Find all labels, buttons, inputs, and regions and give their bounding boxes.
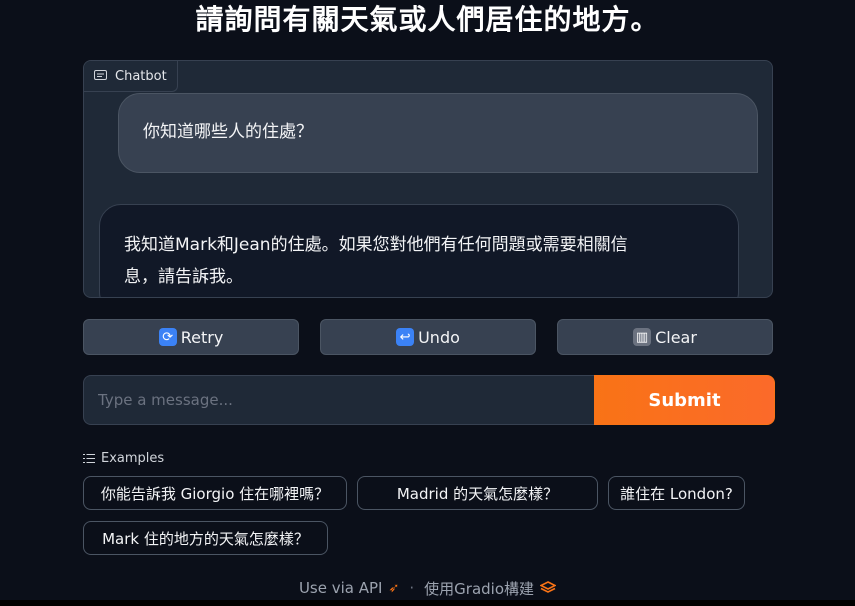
page-title: 請詢問有關天氣或人們居住的地方。 bbox=[195, 3, 660, 36]
chatbot-label-text: Chatbot bbox=[115, 68, 167, 84]
clear-button[interactable]: ▥ Clear bbox=[557, 319, 773, 355]
rocket-icon: ➶ bbox=[388, 580, 400, 596]
submit-button[interactable]: Submit bbox=[594, 375, 775, 425]
bot-message-line: 我知道Mark和Jean的住處。如果您對他們有任何問題或需要相關信 bbox=[124, 235, 628, 255]
undo-label: Undo bbox=[418, 327, 460, 347]
bot-message-line: 息，請告訴我。 bbox=[124, 267, 243, 287]
retry-icon: ⟳ bbox=[158, 328, 177, 346]
list-icon bbox=[83, 453, 95, 463]
retry-button[interactable]: ⟳ Retry bbox=[83, 319, 299, 355]
user-message-text: 你知道哪些人的住處？ bbox=[143, 122, 313, 142]
message-input-row: Submit bbox=[83, 375, 775, 427]
footer: Use via API ➶ · 使用Gradio構建 bbox=[0, 576, 855, 600]
retry-label: Retry bbox=[180, 327, 224, 347]
example-button[interactable]: Mark 住的地方的天氣怎麼樣？ bbox=[83, 521, 328, 555]
example-button[interactable]: Madrid 的天氣怎麼樣？ bbox=[357, 476, 598, 510]
undo-icon: ↩ bbox=[396, 328, 415, 346]
user-message: 你知道哪些人的住處？ bbox=[118, 93, 758, 173]
action-buttons: ⟳ Retry ↩ Undo ▥ Clear bbox=[83, 319, 775, 356]
bot-message: 我知道Mark和Jean的住處。如果您對他們有任何問題或需要相關信 息，請告訴我… bbox=[99, 204, 739, 297]
example-button[interactable]: 你能告訴我 Giorgio 住在哪裡嗎？ bbox=[83, 476, 347, 510]
examples-label: Examples bbox=[101, 450, 165, 466]
footer-separator: · bbox=[409, 579, 415, 597]
gradio-logo-icon bbox=[540, 581, 557, 593]
built-with-gradio-link[interactable]: 使用Gradio構建 bbox=[424, 578, 557, 599]
built-with-label: 使用Gradio構建 bbox=[424, 579, 535, 598]
chatbot-label: Chatbot bbox=[84, 61, 178, 92]
use-via-api-link[interactable]: Use via API ➶ bbox=[299, 579, 399, 597]
trash-icon: ▥ bbox=[633, 328, 652, 346]
example-button[interactable]: 誰住在 London? bbox=[608, 476, 745, 510]
chatbot-panel: Chatbot 你知道哪些人的住處？ 我知道Mark和Jean的住處。如果您對他… bbox=[83, 60, 773, 298]
use-via-api-label: Use via API bbox=[298, 579, 383, 597]
chat-icon bbox=[94, 70, 107, 80]
clear-label: Clear bbox=[655, 327, 697, 347]
examples-header: Examples bbox=[83, 449, 164, 467]
message-input[interactable] bbox=[83, 375, 594, 425]
undo-button[interactable]: ↩ Undo bbox=[320, 319, 536, 355]
bottom-bar bbox=[0, 600, 855, 606]
